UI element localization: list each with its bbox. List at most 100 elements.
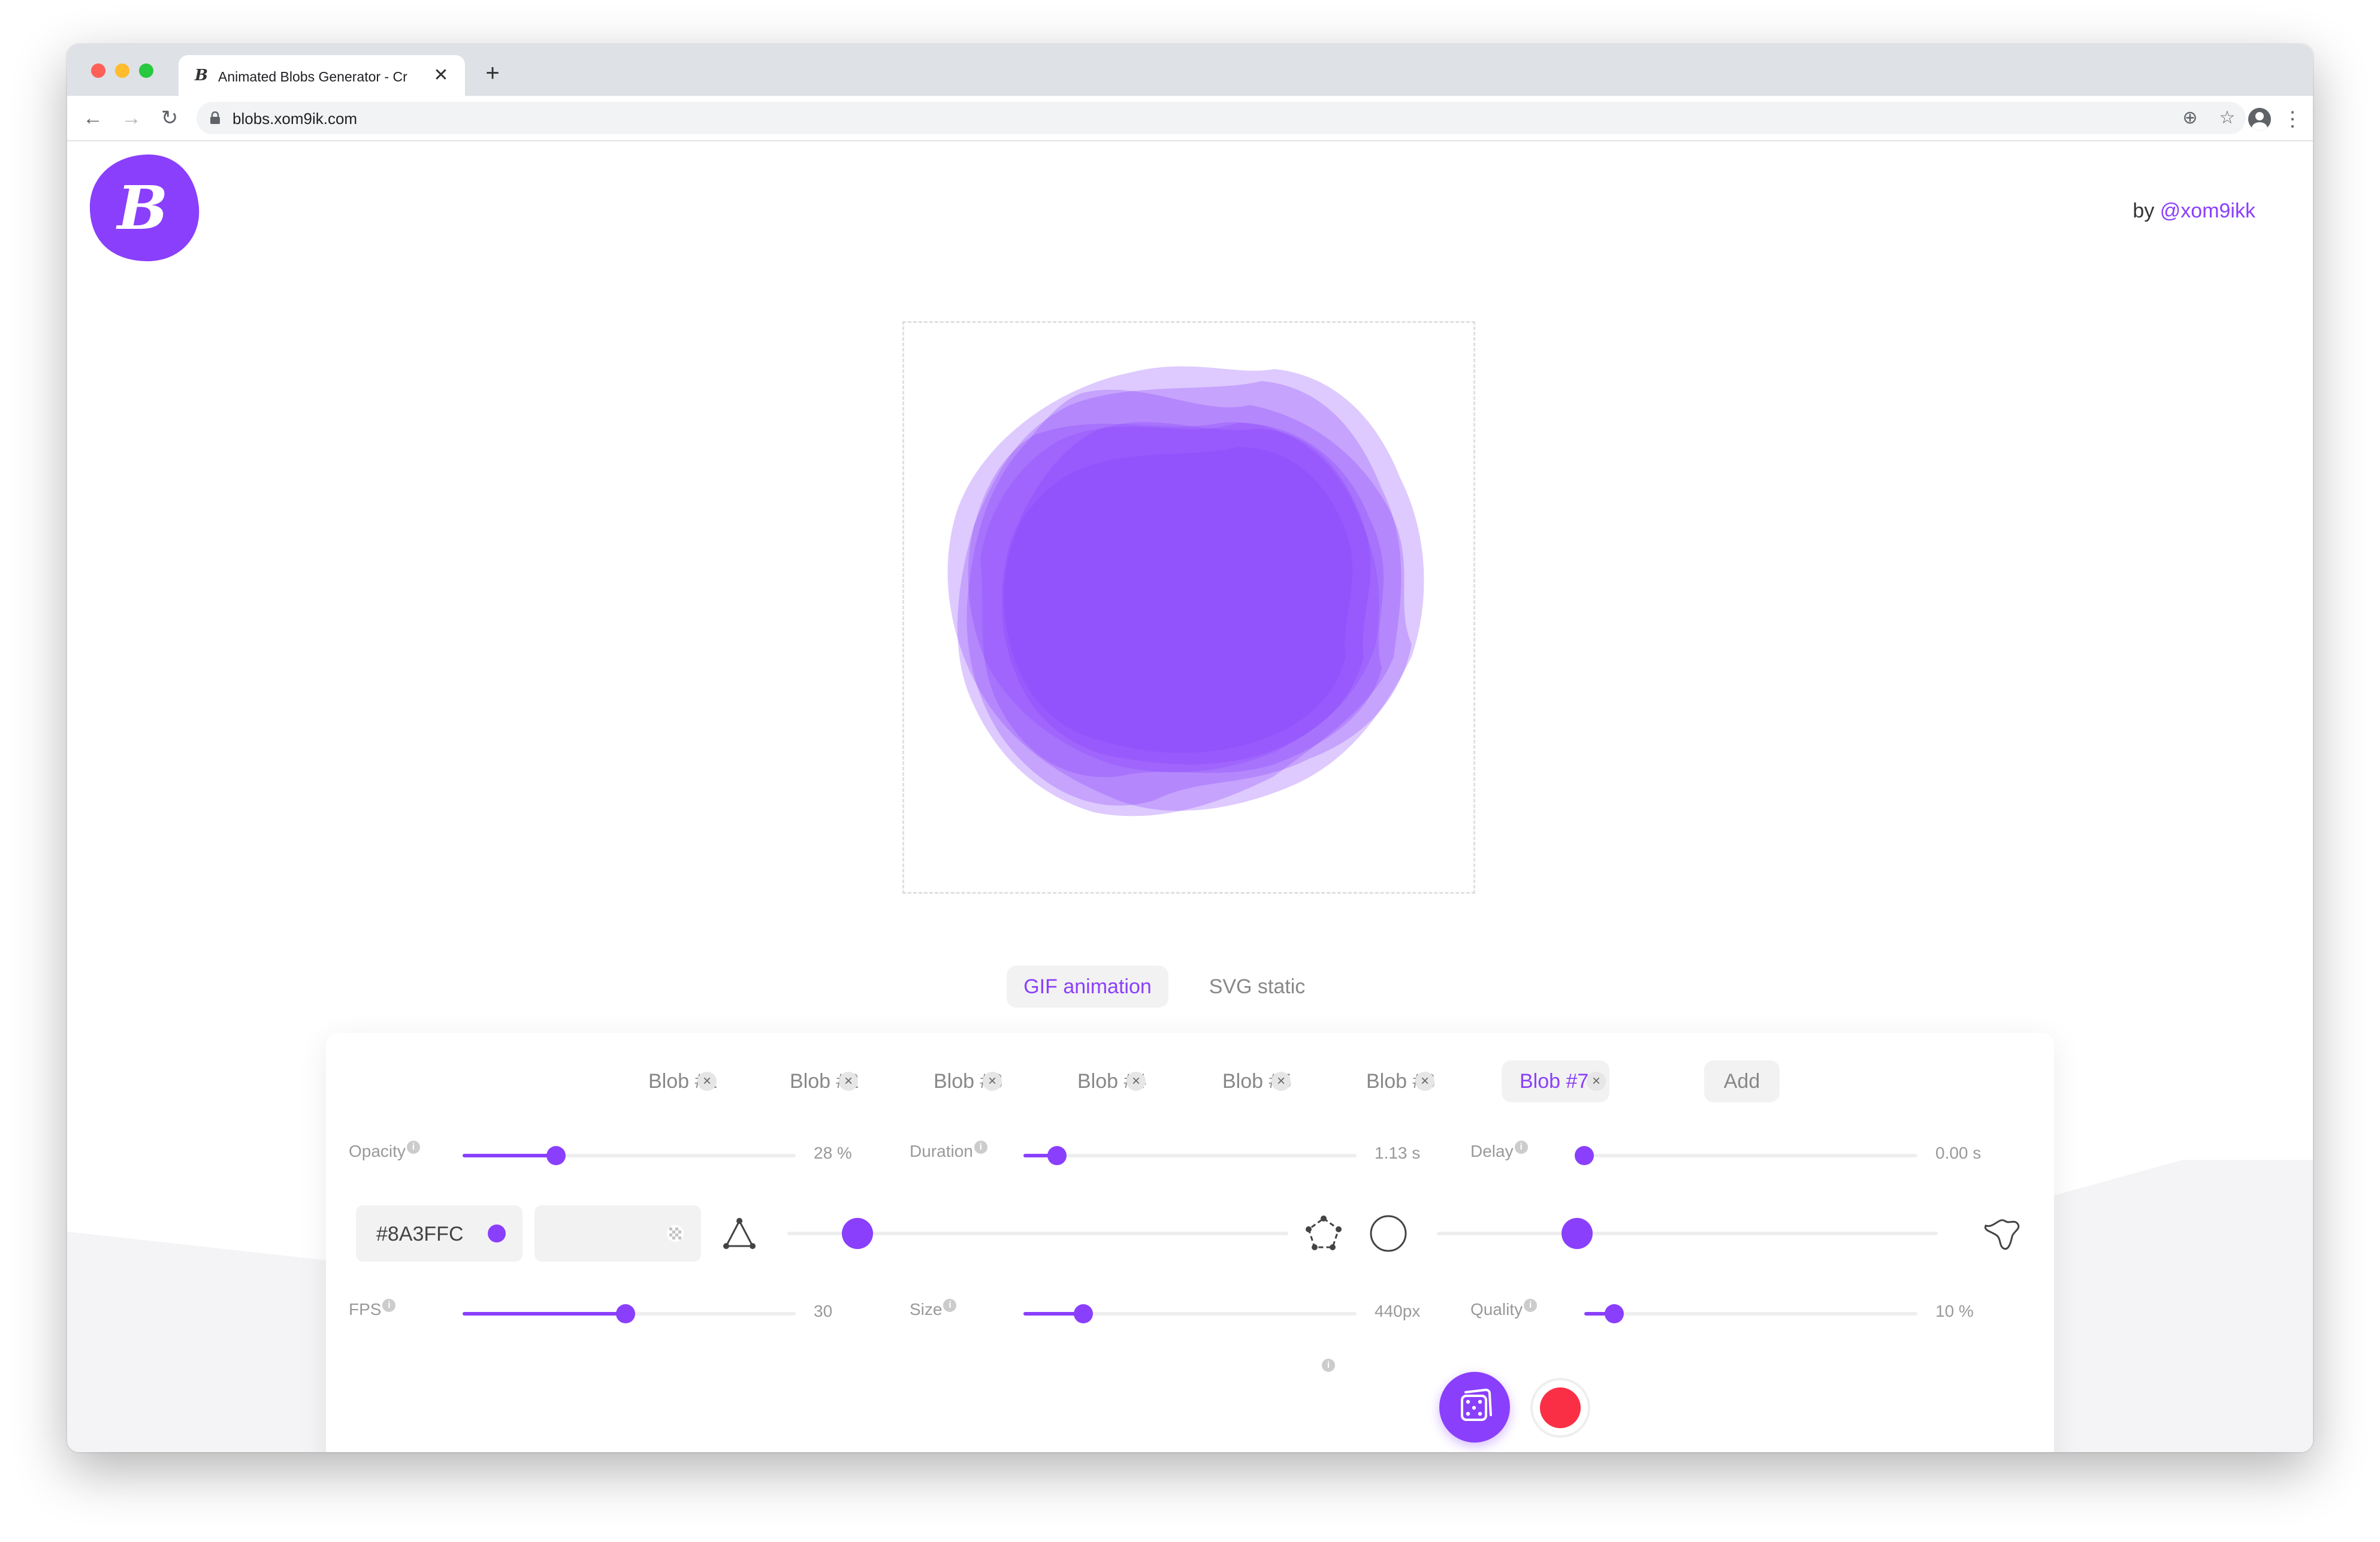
pentagon-nodes-icon[interactable]: [1304, 1214, 1343, 1253]
bookmark-star-icon[interactable]: ☆: [2213, 104, 2241, 132]
opacity-slider-thumb[interactable]: [546, 1146, 566, 1165]
opacity-slider-fill: [463, 1154, 556, 1157]
blob-tab-label: Blob #7: [1520, 1070, 1589, 1093]
info-icon[interactable]: i: [1524, 1299, 1538, 1312]
profile-icon[interactable]: [2248, 108, 2271, 131]
irregular-blob-icon[interactable]: [1981, 1213, 2023, 1254]
url-text[interactable]: blobs.xom9ik.com: [232, 110, 357, 128]
duration-label: Duration i: [910, 1141, 987, 1162]
delay-slider[interactable]: [1575, 1146, 1917, 1165]
close-window-button[interactable]: [91, 64, 105, 78]
size-label-text: Size: [910, 1300, 943, 1319]
quality-value: 10 %: [1935, 1302, 1974, 1320]
blob-tab-2[interactable]: Blob #2 ×: [772, 1060, 862, 1102]
maximize-window-button[interactable]: [139, 64, 153, 78]
blob-tab-3[interactable]: Blob #3 ×: [916, 1060, 1005, 1102]
author-credit: by @xom9ikk: [2133, 199, 2255, 223]
transparency-picker[interactable]: [534, 1205, 701, 1262]
close-icon[interactable]: ×: [1587, 1072, 1606, 1091]
minimize-window-button[interactable]: [115, 64, 129, 78]
author-link[interactable]: @xom9ikk: [2160, 199, 2255, 222]
blob-tab-1[interactable]: Blob #1 ×: [630, 1060, 720, 1102]
fps-slider-fill: [463, 1312, 626, 1316]
logo-letter: B: [116, 173, 168, 243]
complexity-slider-thumb[interactable]: [842, 1218, 874, 1249]
blob-tab-7[interactable]: Blob #7 ×: [1502, 1060, 1609, 1102]
close-icon[interactable]: ×: [1126, 1072, 1146, 1091]
new-tab-button[interactable]: +: [479, 60, 506, 86]
quality-label-text: Quality: [1470, 1300, 1523, 1319]
blob-tab-4[interactable]: Blob #4 ×: [1059, 1060, 1149, 1102]
author-prefix: by: [2133, 199, 2160, 222]
opacity-label-text: Opacity: [349, 1142, 406, 1160]
duration-value: 1.13 s: [1375, 1144, 1421, 1162]
tab-close-icon[interactable]: ✕: [429, 64, 453, 87]
tab-title: Animated Blobs Generator - Cr: [218, 69, 407, 84]
delay-label-text: Delay: [1470, 1142, 1514, 1160]
lock-icon: [210, 111, 220, 124]
info-icon[interactable]: i: [974, 1141, 987, 1154]
complexity-slider[interactable]: [787, 1218, 1288, 1249]
forward-icon[interactable]: →: [116, 103, 146, 133]
fps-slider-thumb[interactable]: [616, 1304, 636, 1323]
info-icon[interactable]: i: [1514, 1141, 1528, 1154]
quality-slider-thumb[interactable]: [1605, 1304, 1624, 1323]
reload-icon[interactable]: ↻: [155, 103, 185, 133]
duration-slider[interactable]: [1023, 1146, 1357, 1165]
triangle-nodes-icon[interactable]: [721, 1216, 757, 1252]
delay-value: 0.00 s: [1935, 1144, 1982, 1162]
add-to-page-icon[interactable]: ⊕: [2176, 104, 2204, 132]
browser-tab[interactable]: B Animated Blobs Generator - Cr ✕: [179, 55, 465, 96]
checkerboard-icon: [667, 1225, 684, 1242]
delay-slider-thumb[interactable]: [1575, 1146, 1594, 1165]
info-icon[interactable]: i: [406, 1141, 420, 1154]
circle-shape-icon[interactable]: [1369, 1214, 1408, 1253]
back-icon[interactable]: ←: [78, 103, 108, 133]
info-icon[interactable]: i: [1322, 1359, 1335, 1372]
size-label: Size i: [910, 1299, 957, 1320]
close-icon[interactable]: ×: [1415, 1072, 1434, 1091]
browser-tabstrip: B Animated Blobs Generator - Cr ✕ +: [67, 44, 2313, 96]
opacity-slider[interactable]: [463, 1146, 796, 1165]
randomness-slider-thumb[interactable]: [1562, 1218, 1593, 1249]
size-slider-thumb[interactable]: [1074, 1304, 1094, 1323]
tab-svg-static[interactable]: SVG static: [1191, 966, 1323, 1008]
record-button[interactable]: [1530, 1378, 1590, 1438]
address-bar[interactable]: blobs.xom9ik.com ⊕ ☆: [197, 102, 2246, 134]
close-icon[interactable]: ×: [839, 1072, 858, 1091]
size-value: 440px: [1375, 1302, 1421, 1320]
fps-slider[interactable]: [463, 1304, 796, 1323]
fps-value: 30: [814, 1302, 833, 1320]
close-icon[interactable]: ×: [1271, 1072, 1291, 1091]
close-icon[interactable]: ×: [983, 1072, 1002, 1091]
blob-preview: [947, 366, 1424, 817]
add-blob-button[interactable]: Add: [1704, 1060, 1780, 1102]
randomness-slider[interactable]: [1437, 1218, 1938, 1249]
randomize-button[interactable]: [1439, 1372, 1510, 1443]
quality-slider[interactable]: [1584, 1304, 1917, 1323]
quality-label: Quality i: [1470, 1299, 1538, 1320]
browser-window: B Animated Blobs Generator - Cr ✕ + ← → …: [67, 44, 2313, 1452]
size-slider[interactable]: [1023, 1304, 1357, 1323]
fps-label-text: FPS: [349, 1300, 382, 1319]
control-panel: Blob #1 × Blob #2 × Blob #3 × Blob #4 × …: [326, 1033, 2054, 1452]
info-icon[interactable]: i: [943, 1299, 957, 1312]
menu-kebab-icon[interactable]: ⋮: [2281, 104, 2305, 134]
info-icon[interactable]: i: [382, 1299, 396, 1312]
page-content: B by @xom9ikk GIF animation SVG static B…: [67, 141, 2313, 1452]
fps-label: FPS i: [349, 1299, 396, 1320]
duration-slider-thumb[interactable]: [1047, 1146, 1067, 1165]
tab-gif-animation[interactable]: GIF animation: [1007, 966, 1168, 1008]
close-icon[interactable]: ×: [697, 1072, 717, 1091]
opacity-value: 28 %: [814, 1144, 852, 1162]
color-hex-value: #8A3FFC: [376, 1223, 464, 1245]
randomize-dice-icon: [1461, 1388, 1492, 1421]
blob-tab-5[interactable]: Blob #5 ×: [1204, 1060, 1294, 1102]
duration-label-text: Duration: [910, 1142, 973, 1160]
record-icon: [1540, 1387, 1581, 1428]
site-favicon-icon: B: [195, 66, 208, 84]
app-logo[interactable]: B: [87, 152, 201, 264]
color-picker[interactable]: #8A3FFC: [356, 1205, 522, 1262]
delay-label: Delay i: [1470, 1141, 1528, 1162]
blob-tab-6[interactable]: Blob #6 ×: [1348, 1060, 1438, 1102]
